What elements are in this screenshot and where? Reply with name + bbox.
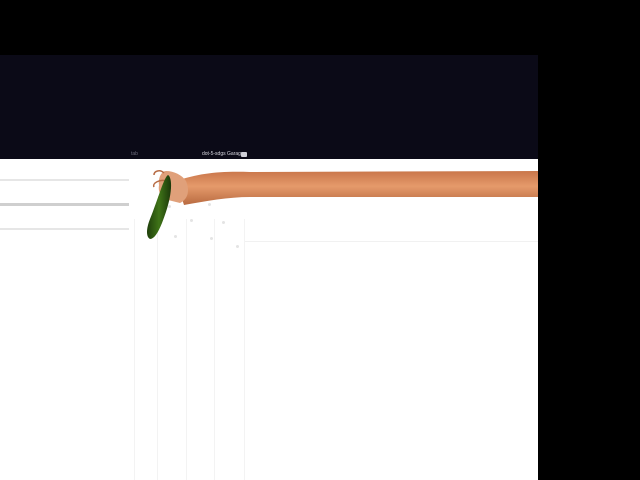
app-window: tab dot-5-sdgs Garage: [0, 55, 538, 480]
window-title: dot-5-sdgs Garage: [202, 151, 244, 157]
arm-holding-cucumber-illustration: [147, 170, 538, 239]
sidebar-item[interactable]: [0, 228, 129, 230]
column-divider: [244, 219, 245, 480]
column-divider: [214, 219, 215, 480]
column-divider: [157, 219, 158, 480]
screen: tab dot-5-sdgs Garage: [0, 0, 640, 480]
content-area: [0, 159, 538, 480]
window-titlebar: tab dot-5-sdgs Garage: [0, 55, 538, 159]
column-divider: [134, 219, 135, 480]
sidebar-item[interactable]: [0, 179, 129, 181]
title-badge-icon[interactable]: [241, 152, 247, 157]
window-tab[interactable]: tab: [131, 151, 138, 157]
column-divider: [186, 219, 187, 480]
sidebar-item-selected[interactable]: [0, 203, 129, 206]
